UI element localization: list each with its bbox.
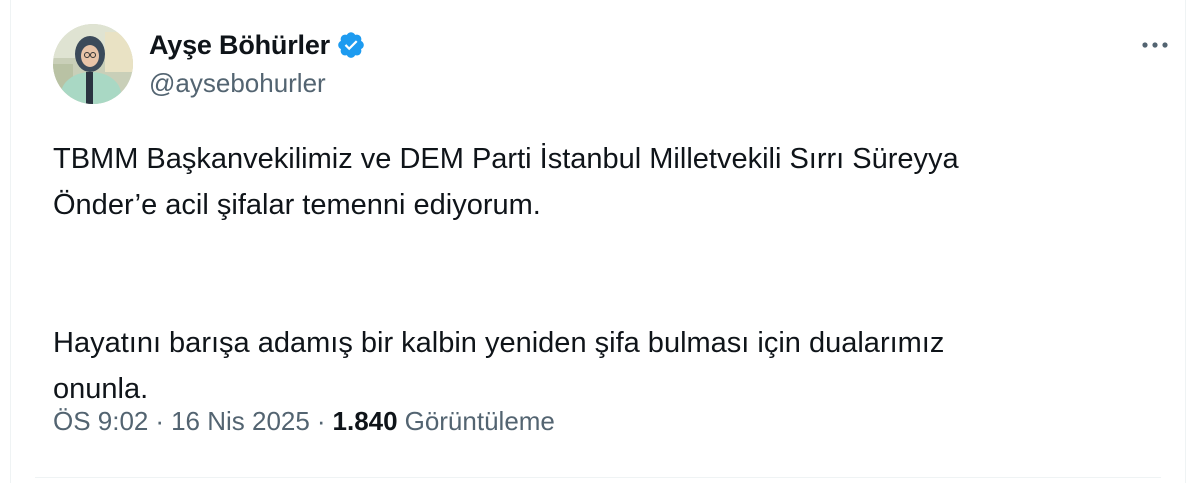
tweet-date[interactable]: 16 Nis 2025 [171,406,310,437]
more-options-button[interactable] [1137,30,1173,60]
author-name-row: Ayşe Böhürler [149,28,366,62]
meta-separator: · [155,406,165,436]
meta-separator: · [316,406,326,436]
views-label[interactable]: Görüntüleme [405,406,555,437]
tweet-text: TBMM Başkanvekilimiz ve DEM Parti İstanb… [53,136,1163,412]
tweet-meta: ÖS 9:02 · 16 Nis 2025 · 1.840 Görüntülem… [53,406,555,437]
tweet-paragraph-2: Hayatını barışa adamış bir kalbin yenide… [53,327,945,405]
more-options-icon [1142,42,1168,48]
divider [35,477,1161,478]
tweet-time[interactable]: ÖS 9:02 [53,406,148,437]
avatar[interactable] [53,24,133,104]
author-handle[interactable]: @aysebohurler [149,68,326,99]
tweet-card: Ayşe Böhürler @aysebohurler TBMM Başkanv… [10,0,1186,483]
views-count[interactable]: 1.840 [333,406,398,437]
profile-photo-icon [53,24,133,104]
author-display-name[interactable]: Ayşe Böhürler [149,30,330,61]
tweet-paragraph-1: TBMM Başkanvekilimiz ve DEM Parti İstanb… [53,143,959,221]
verified-badge-icon[interactable] [336,30,366,60]
